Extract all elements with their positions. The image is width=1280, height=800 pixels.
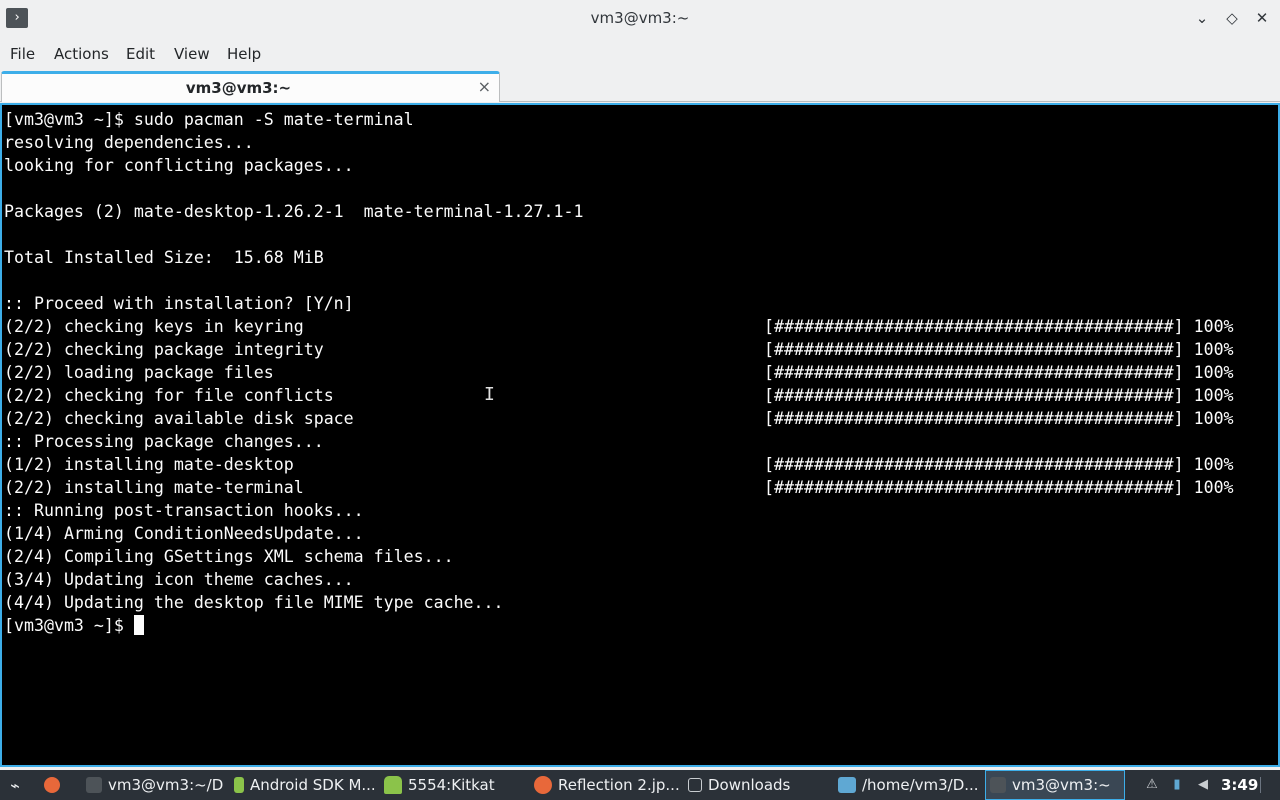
tab-close-icon[interactable]: ×: [478, 77, 491, 96]
tab-bar: vm3@vm3:~ ×: [0, 70, 1280, 102]
terminal-line: [vm3@vm3 ~]$ sudo pacman -S mate-termina…: [4, 110, 414, 129]
terminal-cursor: [133, 615, 144, 635]
progress-bar-text: [#######################################…: [764, 340, 1234, 359]
terminal-line: :: Proceed with installation? [Y/n]: [4, 294, 354, 313]
progress-bar-text: [#######################################…: [764, 363, 1234, 382]
tab-terminal[interactable]: vm3@vm3:~ ×: [1, 71, 500, 102]
taskbar-item-label: Reflection 2.jp...: [558, 776, 680, 794]
taskbar: ⌁ vm3@vm3:~/D... Android SDK M... 5554:K…: [0, 770, 1280, 800]
taskbar-item-terminal-active[interactable]: vm3@vm3:~: [985, 770, 1125, 800]
usb-icon[interactable]: ▮: [1170, 777, 1184, 793]
maximize-button[interactable]: ◇: [1222, 8, 1242, 28]
progress-bar-text: [#######################################…: [764, 386, 1234, 405]
progress-spacer: [764, 131, 1234, 154]
terminal-line: (3/4) Updating icon theme caches...: [4, 570, 354, 589]
tab-label: vm3@vm3:~: [185, 79, 292, 97]
progress-spacer: [764, 154, 1234, 177]
terminal-line: resolving dependencies...: [4, 133, 254, 152]
terminal-icon: [990, 777, 1006, 793]
terminal-line: (1/2) installing mate-desktop: [4, 455, 294, 474]
taskbar-item-terminal-downloads[interactable]: vm3@vm3:~/D...: [82, 770, 224, 800]
progress-spacer: [764, 292, 1234, 315]
progress-bar-text: [#######################################…: [764, 455, 1234, 474]
taskbar-item-home-vm3[interactable]: /home/vm3/D...: [836, 770, 982, 800]
progress-spacer: [764, 269, 1234, 292]
terminal-line: (2/2) loading package files: [4, 363, 274, 382]
terminal-line: :: Processing package changes...: [4, 432, 324, 451]
menu-edit[interactable]: Edit: [126, 45, 155, 63]
taskbar-item-label: Downloads: [708, 776, 791, 794]
volume-icon[interactable]: ◀: [1196, 777, 1210, 793]
show-desktop-button[interactable]: [1260, 777, 1270, 793]
progress-spacer: [764, 430, 1234, 453]
terminal-line: (4/4) Updating the desktop file MIME typ…: [4, 593, 504, 612]
taskbar-item-label: /home/vm3/D...: [862, 776, 979, 794]
menu-view[interactable]: View: [174, 45, 210, 63]
progress-spacer: [764, 246, 1234, 269]
terminal-output[interactable]: [vm3@vm3 ~]$ sudo pacman -S mate-termina…: [0, 103, 1280, 767]
menu-actions[interactable]: Actions: [54, 45, 109, 63]
terminal-line: (2/2) checking keys in keyring: [4, 317, 304, 336]
terminal-line: [vm3@vm3 ~]$: [4, 614, 583, 637]
progress-spacer: [764, 223, 1234, 246]
notification-icon[interactable]: ⚠: [1145, 777, 1159, 793]
menu-help[interactable]: Help: [227, 45, 261, 63]
clock[interactable]: 3:49: [1221, 776, 1258, 794]
progress-bar-text: [#######################################…: [764, 478, 1234, 497]
menu-bar: File Actions Edit View Help: [0, 38, 1280, 70]
window-title: vm3@vm3:~: [590, 9, 690, 27]
minimize-button[interactable]: ⌄: [1192, 8, 1212, 28]
terminal-line: Total Installed Size: 15.68 MiB: [4, 248, 324, 267]
window-titlebar: › vm3@vm3:~ ⌄ ◇ ✕: [0, 0, 1280, 36]
terminal-line: (2/2) checking available disk space: [4, 409, 354, 428]
taskbar-item-reflection[interactable]: Reflection 2.jp...: [532, 770, 682, 800]
taskbar-item-kitkat[interactable]: 5554:Kitkat: [382, 770, 528, 800]
taskbar-item-label: vm3@vm3:~: [1012, 776, 1111, 794]
firefox-launcher-icon[interactable]: [40, 770, 64, 800]
folder-icon: [688, 778, 702, 792]
terminal-line: (2/4) Compiling GSettings XML schema fil…: [4, 547, 454, 566]
image-viewer-icon: [838, 777, 856, 793]
terminal-line: :: Running post-transaction hooks...: [4, 501, 364, 520]
progress-bar-text: [#######################################…: [764, 409, 1234, 428]
android-icon: [384, 776, 402, 794]
firefox-icon: [534, 776, 552, 794]
terminal-line: (2/2) installing mate-terminal: [4, 478, 304, 497]
terminal-line: (1/4) Arming ConditionNeedsUpdate...: [4, 524, 364, 543]
taskbar-item-label: vm3@vm3:~/D...: [108, 776, 224, 794]
terminal-line: Packages (2) mate-desktop-1.26.2-1 mate-…: [4, 202, 584, 221]
text-cursor-icon: I: [484, 384, 495, 405]
terminal-icon: [86, 777, 102, 793]
android-download-icon: [234, 777, 244, 793]
taskbar-item-label: 5554:Kitkat: [408, 776, 495, 794]
progress-spacer: [764, 177, 1234, 200]
close-window-button[interactable]: ✕: [1252, 8, 1272, 28]
taskbar-item-android-sdk[interactable]: Android SDK M...: [230, 770, 376, 800]
progress-bar-text: [#######################################…: [764, 317, 1234, 336]
taskbar-item-downloads[interactable]: Downloads: [686, 770, 832, 800]
terminal-text: [vm3@vm3 ~]$ sudo pacman -S mate-termina…: [4, 108, 583, 637]
progress-spacer: [764, 200, 1234, 223]
taskbar-item-label: Android SDK M...: [250, 776, 376, 794]
terminal-line: (2/2) checking for file conflicts: [4, 386, 334, 405]
app-launcher-icon[interactable]: ⌁: [4, 770, 26, 800]
terminal-line: looking for conflicting packages...: [4, 156, 354, 175]
terminal-line: (2/2) checking package integrity: [4, 340, 324, 359]
progress-spacer: [764, 108, 1234, 131]
progress-column: [#######################################…: [764, 108, 1234, 499]
menu-file[interactable]: File: [10, 45, 35, 63]
